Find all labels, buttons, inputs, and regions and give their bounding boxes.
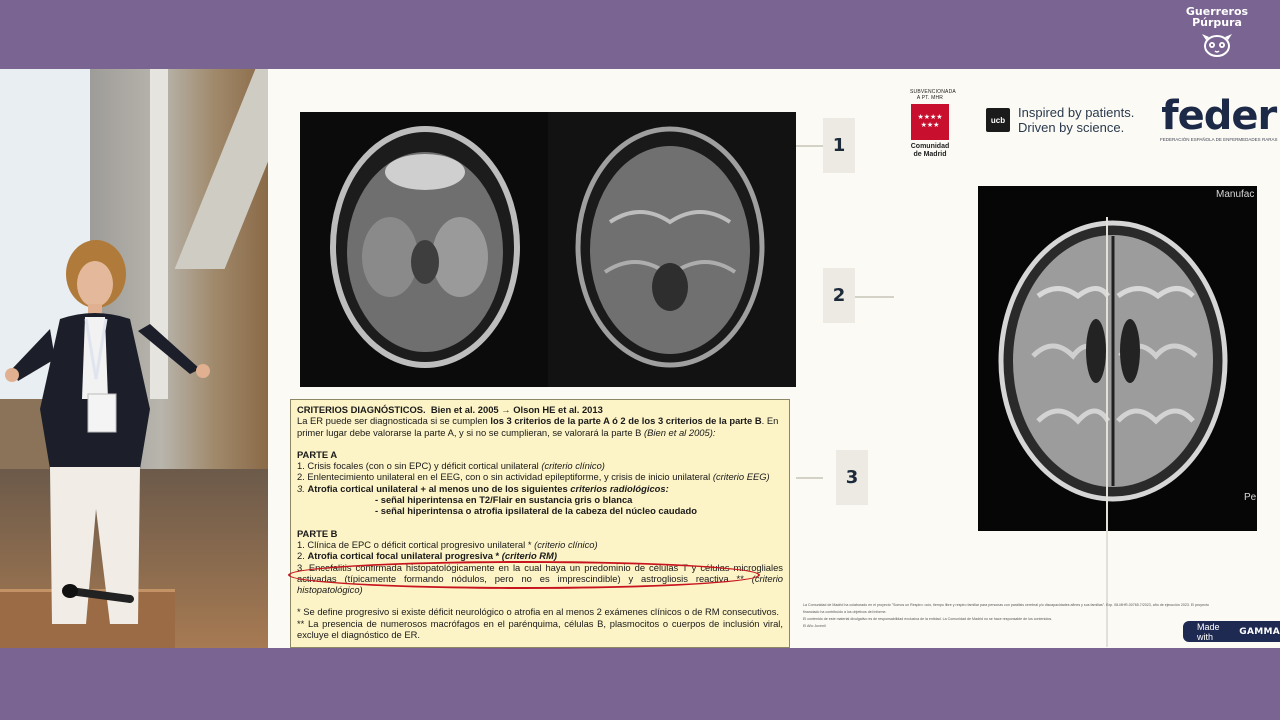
mri-axial-brain-image: Manufac Pe <box>978 186 1257 531</box>
speaker-video <box>0 69 268 648</box>
fine-print-3: El Año Juvenil <box>803 624 826 628</box>
diagnostic-criteria-box: CRITERIOS DIAGNÓSTICOS. Bien et al. 2005… <box>290 399 790 648</box>
note-macrofagos: ** La presencia de numerosos macrófagos … <box>297 617 783 641</box>
feder-logo: feder FEDERACIÓN ESPAÑOLA DE ENFERMEDADE… <box>1160 93 1278 142</box>
criterion-b2: 2. Atrofia cortical focal unilateral pro… <box>297 550 557 562</box>
red-highlight-ellipse <box>288 561 760 589</box>
feder-subtitle: FEDERACIÓN ESPAÑOLA DE ENFERMEDADES RARA… <box>1160 137 1278 142</box>
fine-print-2: El contenido de este material divulgativ… <box>803 617 1053 621</box>
connector-3 <box>796 477 823 479</box>
bottom-band <box>0 648 1280 720</box>
ucb-tagline-2: Driven by science. <box>1018 120 1125 135</box>
made-with-gamma-badge[interactable]: Made with GAMMA <box>1183 621 1280 642</box>
criterion-a2: 2. Enlentecimiento unilateral en el EEG,… <box>297 471 770 483</box>
timeline-step-2: 2 <box>823 268 855 323</box>
presentation-slide: Manufac Pe 1 2 3 SUBVENCIONADA A PT. MHR… <box>268 69 1280 648</box>
timeline-line <box>1106 217 1108 647</box>
ucb-mark: ucb <box>986 108 1010 132</box>
connector-1 <box>796 145 823 147</box>
ucb-tagline-1: Inspired by patients. <box>1018 105 1135 120</box>
seven-stars-icon: ★★★★ ★★★ <box>911 104 949 140</box>
feder-wordmark: feder <box>1161 93 1277 139</box>
lemur-face-icon <box>1202 34 1232 57</box>
made-with-text: Made with <box>1197 621 1220 642</box>
comunidad-madrid-logo: SUBVENCIONADA A PT. MHR ★★★★ ★★★ Comunida… <box>910 89 956 158</box>
mri-brain-drawing <box>998 220 1228 502</box>
mri-label-top: Manufac <box>1216 189 1255 200</box>
cm-name-2: de Madrid <box>913 151 947 158</box>
ucb-logo: ucb Inspired by patients. Driven by scie… <box>986 105 1134 135</box>
connector-2 <box>854 296 894 298</box>
criterion-a3: 3. Atrofia cortical unilateral + al meno… <box>297 482 669 494</box>
fine-print-1: La Comunidad de Madrid ha colaborado en … <box>803 603 1209 614</box>
gamma-wordmark: GAMMA <box>1239 626 1280 637</box>
cm-name-1: Comunidad <box>910 143 950 150</box>
criterion-a1: 1. Crisis focales (con o sin EPC) y défi… <box>297 460 605 472</box>
speaker-person <box>5 240 210 624</box>
criteria-intro: La ER puede ser diagnosticada si se cump… <box>297 415 779 438</box>
parte-b-heading: PARTE B <box>297 527 338 539</box>
criterion-a3-sub2: - señal hiperintensa o atrofia ipsilater… <box>375 505 697 517</box>
criterion-b1: 1. Clínica de EPC o déficit cortical pro… <box>297 538 598 550</box>
timeline-step-1: 1 <box>823 118 855 173</box>
criterion-a3-sub1: - señal hiperintensa en T2/Flair en sust… <box>375 494 633 506</box>
brand-line-2: Púrpura <box>1192 16 1242 29</box>
note-progresivo: * Se define progresivo si existe déficit… <box>297 606 780 618</box>
brand-logo: Guerreros Púrpura <box>1182 6 1252 62</box>
cm-caption: SUBVENCIONADA A PT. MHR <box>910 89 956 101</box>
mri-axial-pair-image <box>300 112 796 387</box>
top-band <box>0 0 1280 69</box>
mri-scans-drawing <box>300 112 796 387</box>
parte-a-heading: PARTE A <box>297 448 338 460</box>
fine-print: La Comunidad de Madrid ha colaborado en … <box>803 602 1213 630</box>
criteria-heading: CRITERIOS DIAGNÓSTICOS. Bien et al. 2005… <box>297 404 603 415</box>
timeline-step-3: 3 <box>836 450 868 505</box>
mri-label-bottom: Pe <box>1244 492 1257 503</box>
